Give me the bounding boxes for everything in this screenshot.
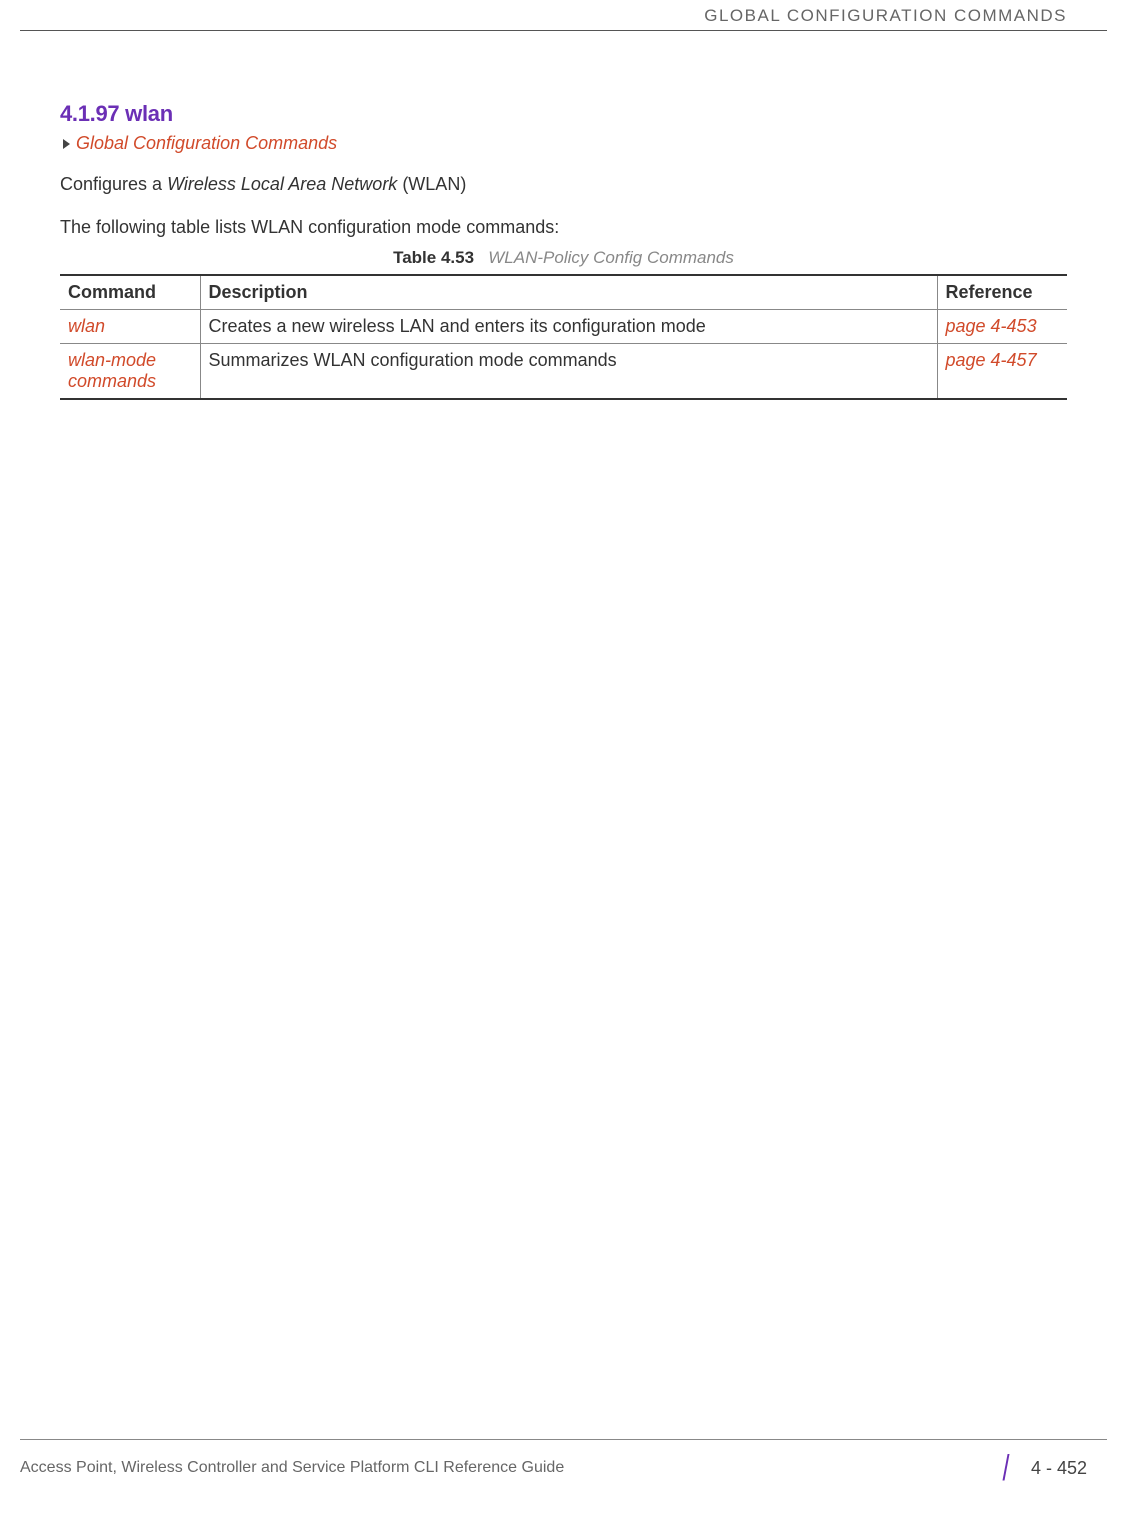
table-row: wlan Creates a new wireless LAN and ente… xyxy=(60,310,1067,344)
page-footer: Access Point, Wireless Controller and Se… xyxy=(20,1439,1107,1486)
footer-doc-title: Access Point, Wireless Controller and Se… xyxy=(20,1459,564,1477)
intro-italic: Wireless Local Area Network xyxy=(167,174,397,194)
page-content: 4.1.97 wlan Global Configuration Command… xyxy=(0,31,1127,400)
arrow-right-icon xyxy=(63,139,70,149)
th-reference: Reference xyxy=(937,275,1067,310)
table-header-row: Command Description Reference xyxy=(60,275,1067,310)
table-row: wlan-mode commands Summarizes WLAN confi… xyxy=(60,344,1067,400)
footer-right: / 4 - 452 xyxy=(1001,1450,1107,1486)
breadcrumb[interactable]: Global Configuration Commands xyxy=(60,133,1067,154)
reference-link[interactable]: page 4-457 xyxy=(946,350,1037,370)
th-description: Description xyxy=(200,275,937,310)
intro-text: Configures a Wireless Local Area Network… xyxy=(60,174,1067,195)
section-heading: 4.1.97 wlan xyxy=(60,101,1067,127)
intro-prefix: Configures a xyxy=(60,174,167,194)
th-command: Command xyxy=(60,275,200,310)
sub-line-text: The following table lists WLAN configura… xyxy=(60,217,1067,238)
cell-description: Creates a new wireless LAN and enters it… xyxy=(200,310,937,344)
slash-icon: / xyxy=(1002,1450,1009,1486)
breadcrumb-link[interactable]: Global Configuration Commands xyxy=(76,133,337,154)
cell-reference: page 4-453 xyxy=(937,310,1067,344)
command-link[interactable]: wlan xyxy=(68,316,105,336)
table-caption: Table 4.53 WLAN-Policy Config Commands xyxy=(60,248,1067,268)
table-caption-title: WLAN-Policy Config Commands xyxy=(488,248,734,267)
command-link[interactable]: wlan-mode commands xyxy=(68,350,156,391)
reference-link[interactable]: page 4-453 xyxy=(946,316,1037,336)
cell-command: wlan-mode commands xyxy=(60,344,200,400)
cell-command: wlan xyxy=(60,310,200,344)
commands-table: Command Description Reference wlan Creat… xyxy=(60,274,1067,400)
page-number: 4 - 452 xyxy=(1031,1458,1087,1479)
page-header: GLOBAL CONFIGURATION COMMANDS xyxy=(20,0,1107,31)
page-header-text: GLOBAL CONFIGURATION COMMANDS xyxy=(704,6,1067,25)
intro-suffix: (WLAN) xyxy=(397,174,466,194)
table-caption-number: Table 4.53 xyxy=(393,248,474,267)
cell-description: Summarizes WLAN configuration mode comma… xyxy=(200,344,937,400)
cell-reference: page 4-457 xyxy=(937,344,1067,400)
